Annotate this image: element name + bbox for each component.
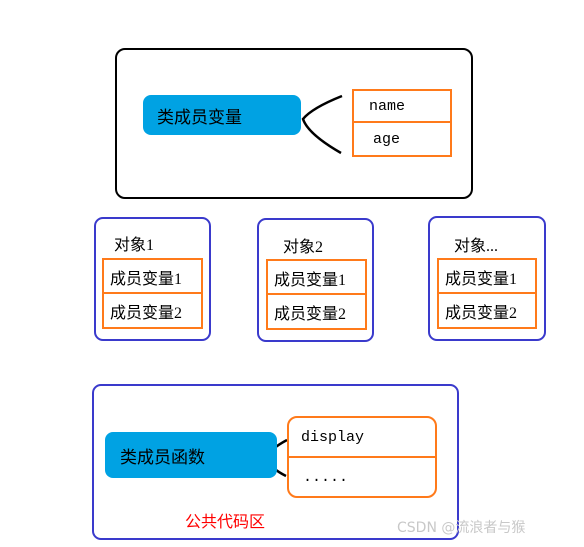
watermark: CSDN @流浪者与猴 bbox=[397, 520, 526, 536]
object-member: 成员变量2 bbox=[274, 305, 347, 323]
object-members-table: 成员变量1 成员变量2 bbox=[102, 258, 203, 329]
variable-name: name bbox=[369, 98, 406, 115]
object-title: 对象1 bbox=[114, 237, 155, 254]
function-ellipsis: ..... bbox=[303, 468, 349, 486]
object-box-2: 对象2 成员变量1 成员变量2 bbox=[257, 218, 374, 342]
object-members-table: 成员变量1 成员变量2 bbox=[266, 259, 367, 330]
object-member: 成员变量1 bbox=[274, 271, 347, 289]
object-title: 对象2 bbox=[283, 239, 324, 256]
table-divider bbox=[354, 121, 450, 123]
public-code-area-caption: 公共代码区 bbox=[185, 514, 266, 531]
pill-label: 类成员函数 bbox=[120, 447, 205, 467]
object-title: 对象... bbox=[454, 238, 499, 255]
variable-age: age bbox=[373, 131, 401, 148]
object-box-3: 对象... 成员变量1 成员变量2 bbox=[428, 216, 546, 341]
object-member: 成员变量2 bbox=[445, 304, 518, 322]
class-member-variables-pill: 类成员变量 bbox=[143, 95, 301, 135]
object-box-1: 对象1 成员变量1 成员变量2 bbox=[94, 217, 211, 341]
object-members-table: 成员变量1 成员变量2 bbox=[437, 258, 537, 329]
class-member-functions-pill: 类成员函数 bbox=[105, 432, 277, 478]
variables-table: name age bbox=[352, 89, 452, 157]
object-member: 成员变量1 bbox=[445, 270, 518, 288]
function-display: display bbox=[301, 428, 365, 446]
object-member: 成员变量2 bbox=[110, 304, 183, 322]
object-member: 成员变量1 bbox=[110, 270, 183, 288]
pill-label: 类成员变量 bbox=[157, 107, 242, 127]
functions-table: display ..... bbox=[287, 416, 437, 498]
diagram-canvas: 类成员变量 name age 对象1 成员变量1 成员变量2 对象2 成员变量1… bbox=[0, 0, 584, 547]
